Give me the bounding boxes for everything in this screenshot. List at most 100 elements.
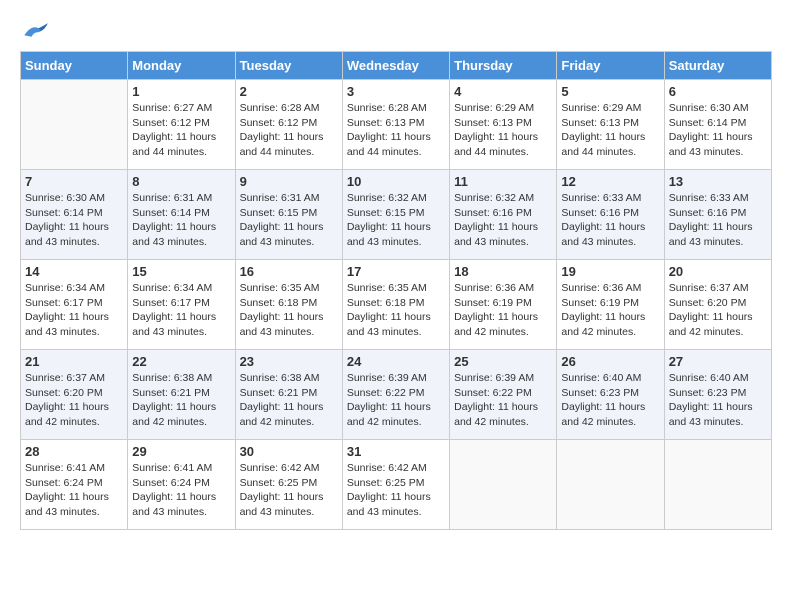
calendar-table: SundayMondayTuesdayWednesdayThursdayFrid…	[20, 51, 772, 530]
header-friday: Friday	[557, 52, 664, 80]
calendar-week-row: 14 Sunrise: 6:34 AM Sunset: 6:17 PM Dayli…	[21, 260, 772, 350]
calendar-cell: 7 Sunrise: 6:30 AM Sunset: 6:14 PM Daylig…	[21, 170, 128, 260]
day-info: Sunrise: 6:31 AM Sunset: 6:14 PM Dayligh…	[132, 191, 230, 250]
calendar-cell: 13 Sunrise: 6:33 AM Sunset: 6:16 PM Dayli…	[664, 170, 771, 260]
header-saturday: Saturday	[664, 52, 771, 80]
day-info: Sunrise: 6:33 AM Sunset: 6:16 PM Dayligh…	[669, 191, 767, 250]
day-info: Sunrise: 6:37 AM Sunset: 6:20 PM Dayligh…	[669, 281, 767, 340]
day-number: 12	[561, 174, 659, 189]
calendar-cell: 30 Sunrise: 6:42 AM Sunset: 6:25 PM Dayli…	[235, 440, 342, 530]
day-info: Sunrise: 6:36 AM Sunset: 6:19 PM Dayligh…	[454, 281, 552, 340]
day-info: Sunrise: 6:28 AM Sunset: 6:13 PM Dayligh…	[347, 101, 445, 160]
calendar-cell: 8 Sunrise: 6:31 AM Sunset: 6:14 PM Daylig…	[128, 170, 235, 260]
calendar-cell: 18 Sunrise: 6:36 AM Sunset: 6:19 PM Dayli…	[450, 260, 557, 350]
day-info: Sunrise: 6:40 AM Sunset: 6:23 PM Dayligh…	[669, 371, 767, 430]
day-number: 2	[240, 84, 338, 99]
calendar-cell	[21, 80, 128, 170]
day-number: 15	[132, 264, 230, 279]
day-info: Sunrise: 6:42 AM Sunset: 6:25 PM Dayligh…	[240, 461, 338, 520]
calendar-cell: 17Sunrise: 6:35 AM Sunset: 6:18 PM Dayli…	[342, 260, 449, 350]
day-number: 27	[669, 354, 767, 369]
header-thursday: Thursday	[450, 52, 557, 80]
calendar-cell: 27 Sunrise: 6:40 AM Sunset: 6:23 PM Dayli…	[664, 350, 771, 440]
calendar-cell	[557, 440, 664, 530]
day-number: 7	[25, 174, 123, 189]
day-info: Sunrise: 6:28 AM Sunset: 6:12 PM Dayligh…	[240, 101, 338, 160]
day-number: 10	[347, 174, 445, 189]
calendar-cell: 16 Sunrise: 6:35 AM Sunset: 6:18 PM Dayli…	[235, 260, 342, 350]
day-number: 8	[132, 174, 230, 189]
day-info: Sunrise: 6:35 AM Sunset: 6:18 PM Dayligh…	[240, 281, 338, 340]
calendar-cell: 14 Sunrise: 6:34 AM Sunset: 6:17 PM Dayli…	[21, 260, 128, 350]
day-number: 11	[454, 174, 552, 189]
day-number: 24	[347, 354, 445, 369]
calendar-cell: 2 Sunrise: 6:28 AM Sunset: 6:12 PM Daylig…	[235, 80, 342, 170]
day-number: 19	[561, 264, 659, 279]
calendar-cell: 19 Sunrise: 6:36 AM Sunset: 6:19 PM Dayli…	[557, 260, 664, 350]
calendar-cell: 29 Sunrise: 6:41 AM Sunset: 6:24 PM Dayli…	[128, 440, 235, 530]
calendar-week-row: 21Sunrise: 6:37 AM Sunset: 6:20 PM Dayli…	[21, 350, 772, 440]
calendar-cell: 4 Sunrise: 6:29 AM Sunset: 6:13 PM Daylig…	[450, 80, 557, 170]
day-info: Sunrise: 6:36 AM Sunset: 6:19 PM Dayligh…	[561, 281, 659, 340]
calendar-cell: 24 Sunrise: 6:39 AM Sunset: 6:22 PM Dayli…	[342, 350, 449, 440]
day-number: 9	[240, 174, 338, 189]
calendar-cell	[450, 440, 557, 530]
calendar-week-row: 1 Sunrise: 6:27 AM Sunset: 6:12 PM Daylig…	[21, 80, 772, 170]
header-wednesday: Wednesday	[342, 52, 449, 80]
day-number: 6	[669, 84, 767, 99]
calendar-cell: 21Sunrise: 6:37 AM Sunset: 6:20 PM Dayli…	[21, 350, 128, 440]
day-number: 30	[240, 444, 338, 459]
day-info: Sunrise: 6:34 AM Sunset: 6:17 PM Dayligh…	[25, 281, 123, 340]
calendar-cell: 25Sunrise: 6:39 AM Sunset: 6:22 PM Dayli…	[450, 350, 557, 440]
day-info: Sunrise: 6:38 AM Sunset: 6:21 PM Dayligh…	[240, 371, 338, 430]
header-tuesday: Tuesday	[235, 52, 342, 80]
calendar-cell: 9 Sunrise: 6:31 AM Sunset: 6:15 PM Daylig…	[235, 170, 342, 260]
calendar-cell: 5 Sunrise: 6:29 AM Sunset: 6:13 PM Daylig…	[557, 80, 664, 170]
day-info: Sunrise: 6:29 AM Sunset: 6:13 PM Dayligh…	[561, 101, 659, 160]
calendar-cell: 28Sunrise: 6:41 AM Sunset: 6:24 PM Dayli…	[21, 440, 128, 530]
calendar-cell: 15 Sunrise: 6:34 AM Sunset: 6:17 PM Dayli…	[128, 260, 235, 350]
calendar-cell: 6Sunrise: 6:30 AM Sunset: 6:14 PM Daylig…	[664, 80, 771, 170]
day-number: 13	[669, 174, 767, 189]
calendar-cell: 23 Sunrise: 6:38 AM Sunset: 6:21 PM Dayli…	[235, 350, 342, 440]
day-info: Sunrise: 6:31 AM Sunset: 6:15 PM Dayligh…	[240, 191, 338, 250]
day-info: Sunrise: 6:41 AM Sunset: 6:24 PM Dayligh…	[132, 461, 230, 520]
day-number: 14	[25, 264, 123, 279]
calendar-header-row: SundayMondayTuesdayWednesdayThursdayFrid…	[21, 52, 772, 80]
day-number: 16	[240, 264, 338, 279]
calendar-cell	[664, 440, 771, 530]
calendar-cell: 26Sunrise: 6:40 AM Sunset: 6:23 PM Dayli…	[557, 350, 664, 440]
day-number: 5	[561, 84, 659, 99]
day-number: 28	[25, 444, 123, 459]
logo-icon	[20, 21, 50, 41]
day-info: Sunrise: 6:30 AM Sunset: 6:14 PM Dayligh…	[25, 191, 123, 250]
page-header	[20, 20, 772, 41]
day-info: Sunrise: 6:40 AM Sunset: 6:23 PM Dayligh…	[561, 371, 659, 430]
day-info: Sunrise: 6:32 AM Sunset: 6:15 PM Dayligh…	[347, 191, 445, 250]
calendar-cell: 1 Sunrise: 6:27 AM Sunset: 6:12 PM Daylig…	[128, 80, 235, 170]
day-number: 29	[132, 444, 230, 459]
day-info: Sunrise: 6:29 AM Sunset: 6:13 PM Dayligh…	[454, 101, 552, 160]
calendar-cell: 20 Sunrise: 6:37 AM Sunset: 6:20 PM Dayli…	[664, 260, 771, 350]
calendar-week-row: 28 Sunrise: 6:41 AM Sunset: 6:24 PM Dayli…	[21, 440, 772, 530]
day-number: 20	[669, 264, 767, 279]
day-info: Sunrise: 6:27 AM Sunset: 6:12 PM Dayligh…	[132, 101, 230, 160]
day-number: 18	[454, 264, 552, 279]
day-info: Sunrise: 6:39 AM Sunset: 6:22 PM Dayligh…	[454, 371, 552, 430]
day-info: Sunrise: 6:37 AM Sunset: 6:20 PM Dayligh…	[25, 371, 123, 430]
day-info: Sunrise: 6:33 AM Sunset: 6:16 PM Dayligh…	[561, 191, 659, 250]
day-number: 31	[347, 444, 445, 459]
day-number: 23	[240, 354, 338, 369]
calendar-cell: 22Sunrise: 6:38 AM Sunset: 6:21 PM Dayli…	[128, 350, 235, 440]
day-number: 1	[132, 84, 230, 99]
day-number: 17	[347, 264, 445, 279]
day-number: 22	[132, 354, 230, 369]
day-info: Sunrise: 6:39 AM Sunset: 6:22 PM Dayligh…	[347, 371, 445, 430]
header-monday: Monday	[128, 52, 235, 80]
day-number: 4	[454, 84, 552, 99]
calendar-cell: 10 Sunrise: 6:32 AM Sunset: 6:15 PM Dayli…	[342, 170, 449, 260]
header-sunday: Sunday	[21, 52, 128, 80]
day-info: Sunrise: 6:34 AM Sunset: 6:17 PM Dayligh…	[132, 281, 230, 340]
day-number: 3	[347, 84, 445, 99]
logo	[20, 20, 54, 41]
